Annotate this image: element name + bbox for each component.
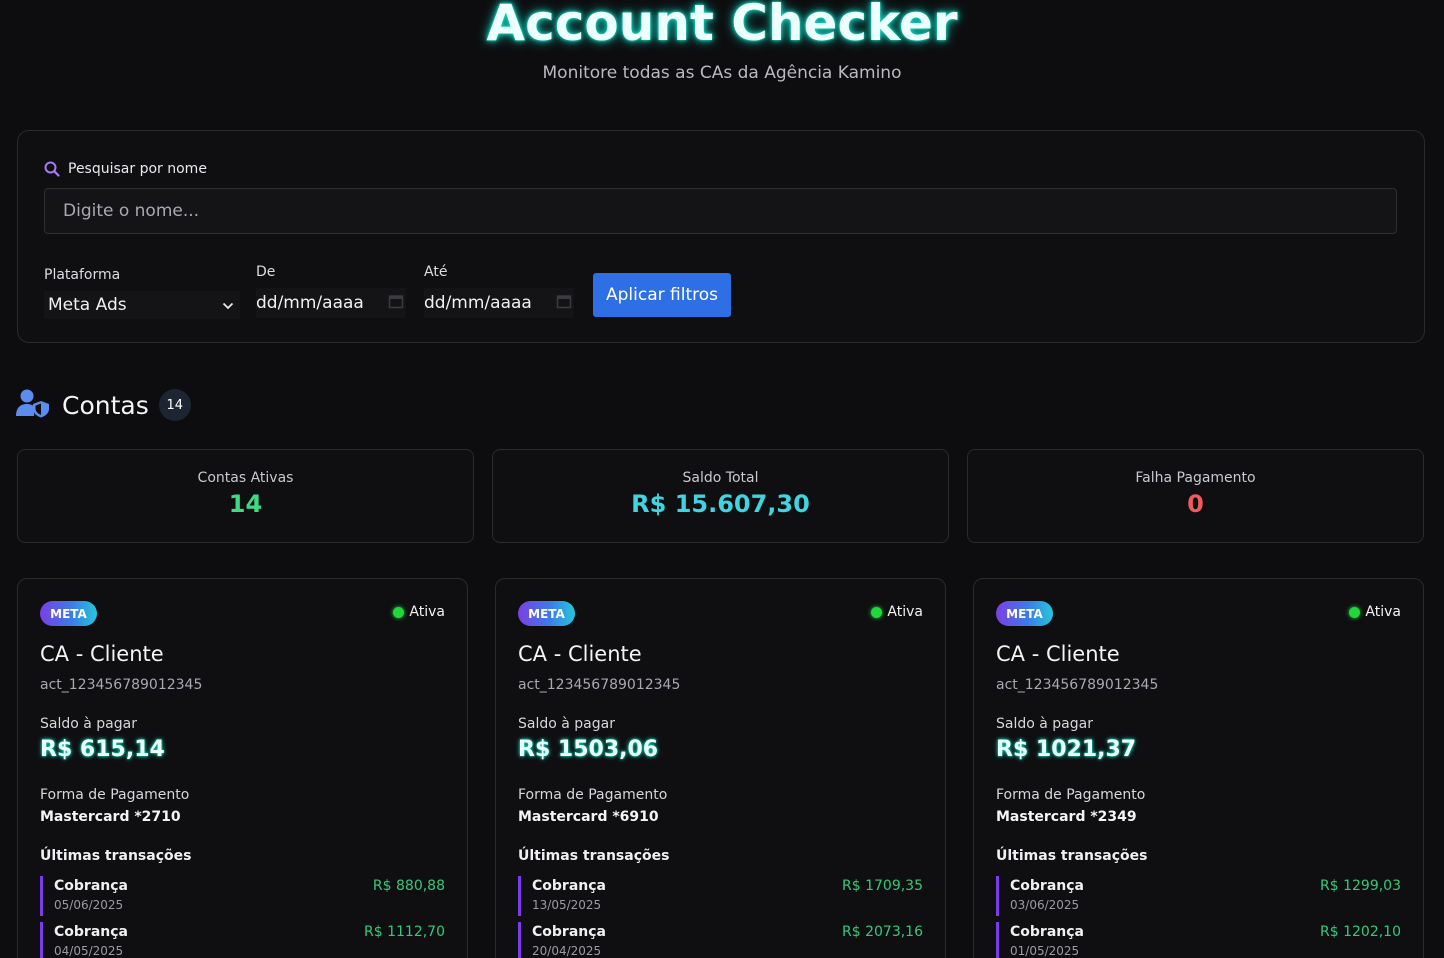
transaction-amount: R$ 1299,03 xyxy=(1320,878,1401,894)
accounts-count-badge: 14 xyxy=(158,389,191,421)
stat-value: 0 xyxy=(1187,490,1204,518)
transactions-heading: Últimas transações xyxy=(518,848,670,864)
transaction-type: Cobrança xyxy=(54,924,128,940)
to-date-input[interactable]: dd/mm/aaaa xyxy=(424,288,574,318)
transaction-amount: R$ 2073,16 xyxy=(842,924,923,940)
transaction-item: Cobrança 20/04/2025 R$ 2073,16 xyxy=(518,922,923,958)
accounts-title: Contas xyxy=(62,390,149,420)
balance-label: Saldo à pagar xyxy=(518,716,615,732)
transaction-date: 01/05/2025 xyxy=(1010,944,1080,958)
user-shield-icon xyxy=(16,388,50,422)
search-label: Pesquisar por nome xyxy=(44,161,207,177)
apply-filters-button[interactable]: Aplicar filtros xyxy=(593,273,731,317)
transaction-type: Cobrança xyxy=(1010,924,1084,940)
transaction-date: 13/05/2025 xyxy=(532,898,602,912)
stat-value: 14 xyxy=(228,490,263,518)
payment-method-label: Forma de Pagamento xyxy=(40,787,190,803)
status-indicator: Ativa xyxy=(393,604,445,620)
to-date-label: Até xyxy=(424,264,448,280)
filter-panel: Pesquisar por nome Plataforma Meta Ads D… xyxy=(17,130,1425,343)
balance-value: R$ 615,14 xyxy=(40,737,165,762)
platform-badge: META xyxy=(518,601,575,626)
platform-select-value: Meta Ads xyxy=(48,295,127,315)
stat-card-payment-failure: Falha Pagamento 0 xyxy=(967,449,1424,543)
stat-card-active-accounts: Contas Ativas 14 xyxy=(17,449,474,543)
status-dot-icon xyxy=(393,606,405,618)
balance-label: Saldo à pagar xyxy=(996,716,1093,732)
transaction-type: Cobrança xyxy=(532,878,606,894)
app-title: Account Checker xyxy=(486,0,958,52)
platform-badge: META xyxy=(40,601,97,626)
search-input[interactable] xyxy=(44,188,1397,234)
from-date-input[interactable]: dd/mm/aaaa xyxy=(256,288,406,318)
transaction-type: Cobrança xyxy=(54,878,128,894)
transaction-item: Cobrança 13/05/2025 R$ 1709,35 xyxy=(518,876,923,916)
transaction-date: 04/05/2025 xyxy=(54,944,124,958)
calendar-icon[interactable] xyxy=(556,293,572,314)
platform-badge: META xyxy=(996,601,1053,626)
platform-label: Plataforma xyxy=(44,267,121,283)
account-id: act_123456789012345 xyxy=(518,677,681,693)
transaction-type: Cobrança xyxy=(532,924,606,940)
transaction-item: Cobrança 01/05/2025 R$ 1202,10 xyxy=(996,922,1401,958)
account-name: CA - Cliente xyxy=(996,642,1120,666)
balance-value: R$ 1503,06 xyxy=(518,737,659,762)
payment-method-value: Mastercard *6910 xyxy=(518,809,659,825)
from-date-value: dd/mm/aaaa xyxy=(256,293,364,313)
account-card[interactable]: META Ativa CA - Cliente act_123456789012… xyxy=(973,578,1424,958)
stat-label: Contas Ativas xyxy=(197,470,294,486)
status-indicator: Ativa xyxy=(871,604,923,620)
transaction-date: 20/04/2025 xyxy=(532,944,602,958)
app-subtitle: Monitore todas as CAs da Agência Kamino xyxy=(542,63,902,83)
transaction-item: Cobrança 03/06/2025 R$ 1299,03 xyxy=(996,876,1401,916)
account-id: act_123456789012345 xyxy=(996,677,1159,693)
transaction-date: 05/06/2025 xyxy=(54,898,124,912)
transaction-amount: R$ 880,88 xyxy=(372,878,445,894)
payment-method-value: Mastercard *2710 xyxy=(40,809,181,825)
account-card[interactable]: META Ativa CA - Cliente act_123456789012… xyxy=(495,578,946,958)
status-dot-icon xyxy=(1349,606,1361,618)
account-name: CA - Cliente xyxy=(518,642,642,666)
calendar-icon[interactable] xyxy=(388,293,404,314)
status-text: Ativa xyxy=(887,604,923,620)
transaction-item: Cobrança 04/05/2025 R$ 1112,70 xyxy=(40,922,445,958)
status-indicator: Ativa xyxy=(1349,604,1401,620)
status-text: Ativa xyxy=(1365,604,1401,620)
stat-card-total-balance: Saldo Total R$ 15.607,30 xyxy=(492,449,949,543)
search-label-text: Pesquisar por nome xyxy=(68,161,207,177)
payment-method-label: Forma de Pagamento xyxy=(996,787,1146,803)
platform-select[interactable]: Meta Ads xyxy=(44,291,240,319)
transaction-type: Cobrança xyxy=(1010,878,1084,894)
transaction-item: Cobrança 05/06/2025 R$ 880,88 xyxy=(40,876,445,916)
payment-method-label: Forma de Pagamento xyxy=(518,787,668,803)
chevron-down-icon xyxy=(222,295,234,315)
transaction-amount: R$ 1202,10 xyxy=(1320,924,1401,940)
transaction-amount: R$ 1709,35 xyxy=(842,878,923,894)
payment-method-value: Mastercard *2349 xyxy=(996,809,1137,825)
transactions-heading: Últimas transações xyxy=(996,848,1148,864)
stat-value: R$ 15.607,30 xyxy=(631,490,810,518)
transaction-date: 03/06/2025 xyxy=(1010,898,1080,912)
transactions-heading: Últimas transações xyxy=(40,848,192,864)
balance-label: Saldo à pagar xyxy=(40,716,137,732)
stat-label: Falha Pagamento xyxy=(1135,470,1256,486)
stat-label: Saldo Total xyxy=(682,470,759,486)
balance-value: R$ 1021,37 xyxy=(996,737,1137,762)
account-card[interactable]: META Ativa CA - Cliente act_123456789012… xyxy=(17,578,468,958)
to-date-value: dd/mm/aaaa xyxy=(424,293,532,313)
search-icon xyxy=(44,161,60,177)
account-id: act_123456789012345 xyxy=(40,677,203,693)
account-name: CA - Cliente xyxy=(40,642,164,666)
transaction-amount: R$ 1112,70 xyxy=(364,924,445,940)
from-date-label: De xyxy=(256,264,276,280)
status-dot-icon xyxy=(871,606,883,618)
status-text: Ativa xyxy=(409,604,445,620)
accounts-section-header: Contas 14 xyxy=(16,388,191,422)
